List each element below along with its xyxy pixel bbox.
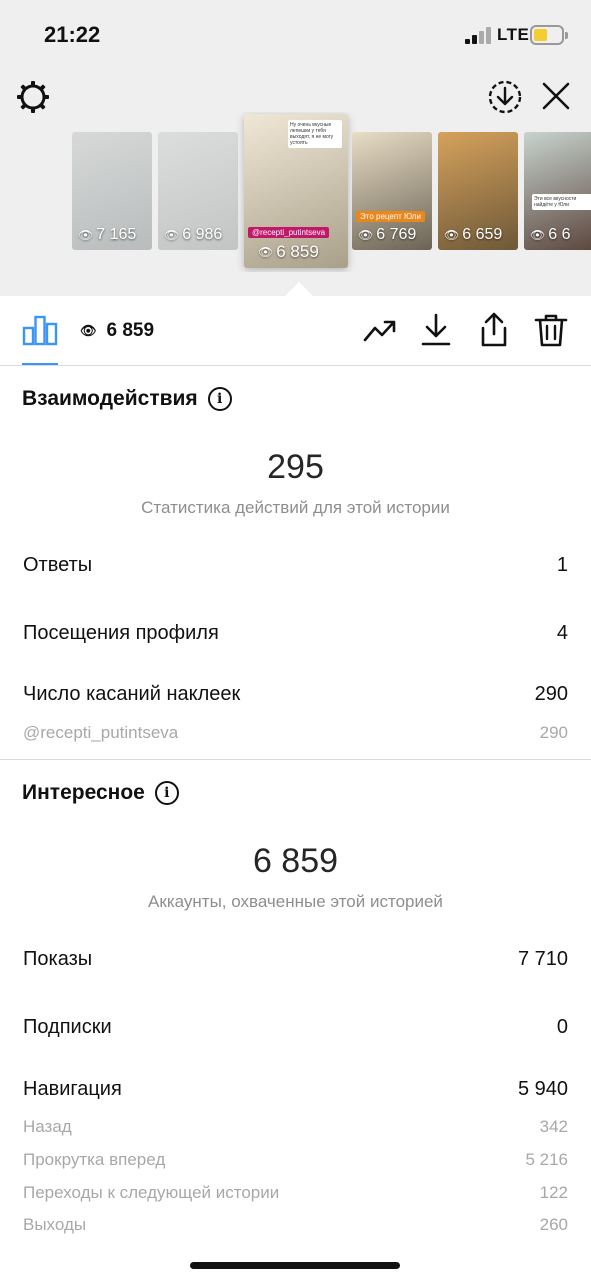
battery-icon xyxy=(530,25,568,45)
interactions-total: 295 xyxy=(267,448,324,486)
stat-subrow-exits: Выходы 260 xyxy=(23,1215,568,1235)
stories-header: 21:22 LTE 👁 7 165 👁 6 986 Ну очень вкусн… xyxy=(0,0,591,296)
active-tab-indicator xyxy=(22,363,58,365)
story-thumbnail-active[interactable]: Ну очень вкусные лепешки у тебя выходят,… xyxy=(244,114,348,268)
stat-value: 0 xyxy=(556,1016,568,1038)
interactions-section-title: Взаимодействия i xyxy=(22,387,232,411)
stat-label: Навигация xyxy=(23,1078,122,1100)
stat-sublabel: @recepti_putintseva xyxy=(23,723,179,742)
trash-icon[interactable] xyxy=(533,312,569,348)
story-thumbnail[interactable]: 👁 6 986 xyxy=(158,132,238,250)
discovery-title: Интересное xyxy=(22,781,145,804)
story-views: 6 659 xyxy=(462,226,503,243)
selected-story-pointer xyxy=(285,282,313,296)
discovery-subtitle: Аккаунты, охваченные этой историей xyxy=(148,892,443,911)
story-views: 6 986 xyxy=(182,226,223,243)
story-thumbnail[interactable]: Эти все вкусности найдёте у Юли 👁 6 6 xyxy=(524,132,591,250)
eye-icon: 👁 xyxy=(258,245,274,259)
stat-value: 7 710 xyxy=(517,948,568,970)
stat-sublabel: Выходы xyxy=(23,1215,87,1234)
stat-subvalue: 342 xyxy=(539,1117,568,1136)
story-mention-sticker: @recepti_putintseva xyxy=(248,227,330,238)
story-views: 7 165 xyxy=(96,226,137,243)
status-bar: 21:22 LTE xyxy=(0,0,591,70)
story-caption-sticker: Это рецепт Юли xyxy=(356,211,425,222)
toolbar-views: 👁 6 859 xyxy=(80,320,154,342)
eye-icon: 👁 xyxy=(164,228,180,242)
stat-label: Показы xyxy=(23,948,93,970)
stat-subvalue: 260 xyxy=(539,1215,568,1234)
info-icon[interactable]: i xyxy=(207,387,232,411)
interactions-subtitle: Статистика действий для этой истории xyxy=(141,498,450,517)
section-divider xyxy=(0,759,591,760)
eye-icon: 👁 xyxy=(530,228,546,242)
eye-icon: 👁 xyxy=(78,228,94,242)
stat-subvalue: 122 xyxy=(539,1183,568,1202)
stat-value: 1 xyxy=(556,554,568,576)
stat-row-follows: Подписки 0 xyxy=(23,1016,568,1039)
stat-subrow-sticker[interactable]: @recepti_putintseva 290 xyxy=(23,723,568,743)
eye-icon: 👁 xyxy=(358,228,374,242)
settings-gear-icon[interactable] xyxy=(14,78,52,116)
stat-value: 4 xyxy=(556,622,568,644)
home-indicator[interactable] xyxy=(190,1262,400,1269)
interactions-title: Взаимодействия xyxy=(22,387,198,410)
story-note: Ну очень вкусные лепешки у тебя выходят,… xyxy=(288,120,342,148)
stat-sublabel: Прокрутка вперед xyxy=(23,1150,166,1169)
stat-subvalue: 290 xyxy=(539,723,568,742)
network-label: LTE xyxy=(497,25,530,44)
stat-subvalue: 5 216 xyxy=(525,1150,568,1169)
discovery-section-title: Интересное i xyxy=(22,781,179,805)
stat-value: 290 xyxy=(534,683,568,705)
story-toolbar: 👁 6 859 xyxy=(0,296,591,366)
eye-icon: 👁 xyxy=(80,323,97,338)
stat-row-navigation: Навигация 5 940 xyxy=(23,1078,568,1101)
signal-icon xyxy=(465,26,493,44)
story-note: Эти все вкусности найдёте у Юли xyxy=(532,194,591,210)
stat-row-impressions: Показы 7 710 xyxy=(23,948,568,971)
download-icon[interactable] xyxy=(418,312,454,348)
download-circle-icon[interactable] xyxy=(486,78,524,116)
stat-row-replies: Ответы 1 xyxy=(23,554,568,577)
story-thumbnail[interactable]: Это рецепт Юли 👁 6 769 xyxy=(352,132,432,250)
story-views: 6 859 xyxy=(276,242,319,261)
toolbar-views-count: 6 859 xyxy=(106,320,155,341)
stat-row-sticker-taps: Число касаний наклеек 290 xyxy=(23,683,568,706)
stat-label: Подписки xyxy=(23,1016,112,1038)
story-views: 6 769 xyxy=(376,226,417,243)
close-icon[interactable] xyxy=(538,78,574,114)
story-thumbnails: 👁 7 165 👁 6 986 Ну очень вкусные лепешки у… xyxy=(0,112,591,272)
story-thumbnail[interactable]: 👁 6 659 xyxy=(438,132,518,250)
stat-subrow-forward: Прокрутка вперед 5 216 xyxy=(23,1150,568,1170)
stat-label: Посещения профиля xyxy=(23,622,219,644)
insights-bar-chart-icon[interactable] xyxy=(22,314,58,346)
info-icon[interactable]: i xyxy=(154,781,179,805)
stat-row-profile-visits: Посещения профиля 4 xyxy=(23,622,568,645)
stat-subrow-next-story: Переходы к следующей истории 122 xyxy=(23,1183,568,1203)
discovery-total: 6 859 xyxy=(252,842,339,880)
stat-sublabel: Переходы к следующей истории xyxy=(23,1183,280,1202)
status-time: 21:22 xyxy=(44,22,101,47)
trend-icon[interactable] xyxy=(362,312,398,348)
eye-icon: 👁 xyxy=(444,228,460,242)
stat-label: Число касаний наклеек xyxy=(23,683,241,705)
story-views: 6 6 xyxy=(548,226,571,243)
stat-sublabel: Назад xyxy=(23,1117,72,1136)
share-icon[interactable] xyxy=(476,312,512,348)
stat-value: 5 940 xyxy=(517,1078,568,1100)
stat-label: Ответы xyxy=(23,554,93,576)
stat-subrow-back: Назад 342 xyxy=(23,1117,568,1137)
story-thumbnail[interactable]: 👁 7 165 xyxy=(72,132,152,250)
